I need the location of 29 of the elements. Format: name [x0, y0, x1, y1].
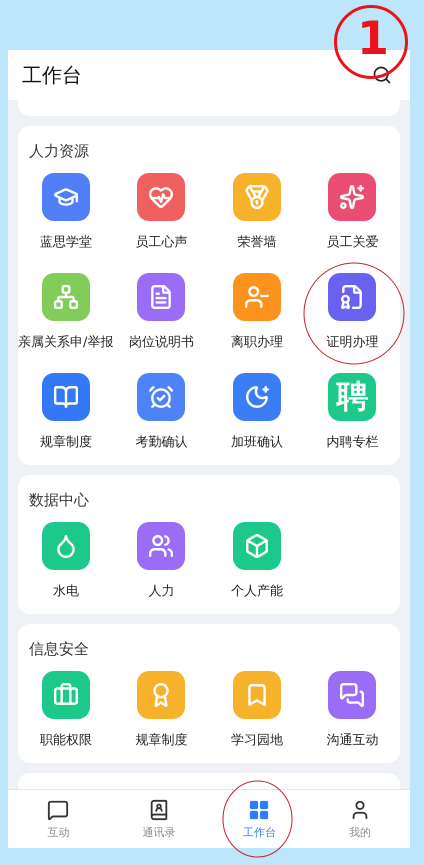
app-label: 蓝思学堂: [40, 235, 92, 251]
app-label: 沟通互动: [326, 733, 378, 749]
app-label: 个人产能: [230, 584, 283, 600]
app-label: 规章制度: [40, 435, 92, 451]
app-label: 岗位说明书: [128, 335, 194, 351]
app-label: 内聘专栏: [326, 435, 378, 451]
app-label: 考勤确认: [135, 435, 188, 451]
app-label: 荣誉墙: [237, 235, 276, 251]
app-label: 证明办理: [326, 335, 378, 351]
page-title: 工作台: [22, 62, 82, 88]
app-label: 员工心声: [135, 235, 188, 251]
app-label: 人力: [148, 584, 174, 600]
tab-item[interactable]: 通讯录: [108, 790, 209, 848]
app-tile[interactable]: 聘: [328, 373, 376, 421]
section-title: 信息安全: [28, 640, 89, 658]
section-title: 数据中心: [28, 491, 89, 509]
tab-item[interactable]: 工作台: [209, 790, 310, 848]
app-label: 员工关爱: [326, 235, 378, 251]
app-label: 水电: [52, 584, 79, 600]
app-label: 规章制度: [135, 733, 188, 749]
app-label: 加班确认: [230, 435, 283, 451]
app-label: 职能权限: [40, 733, 92, 749]
tab-item[interactable]: 我的: [310, 790, 410, 848]
app-label: 亲属关系申/举报: [18, 335, 114, 351]
annotation-number: 1: [357, 12, 390, 64]
section-title: 人力资源: [28, 142, 89, 160]
app-label: 学习园地: [230, 733, 283, 749]
app-label: 离职办理: [230, 335, 283, 351]
tab-item[interactable]: 互动: [8, 790, 108, 848]
